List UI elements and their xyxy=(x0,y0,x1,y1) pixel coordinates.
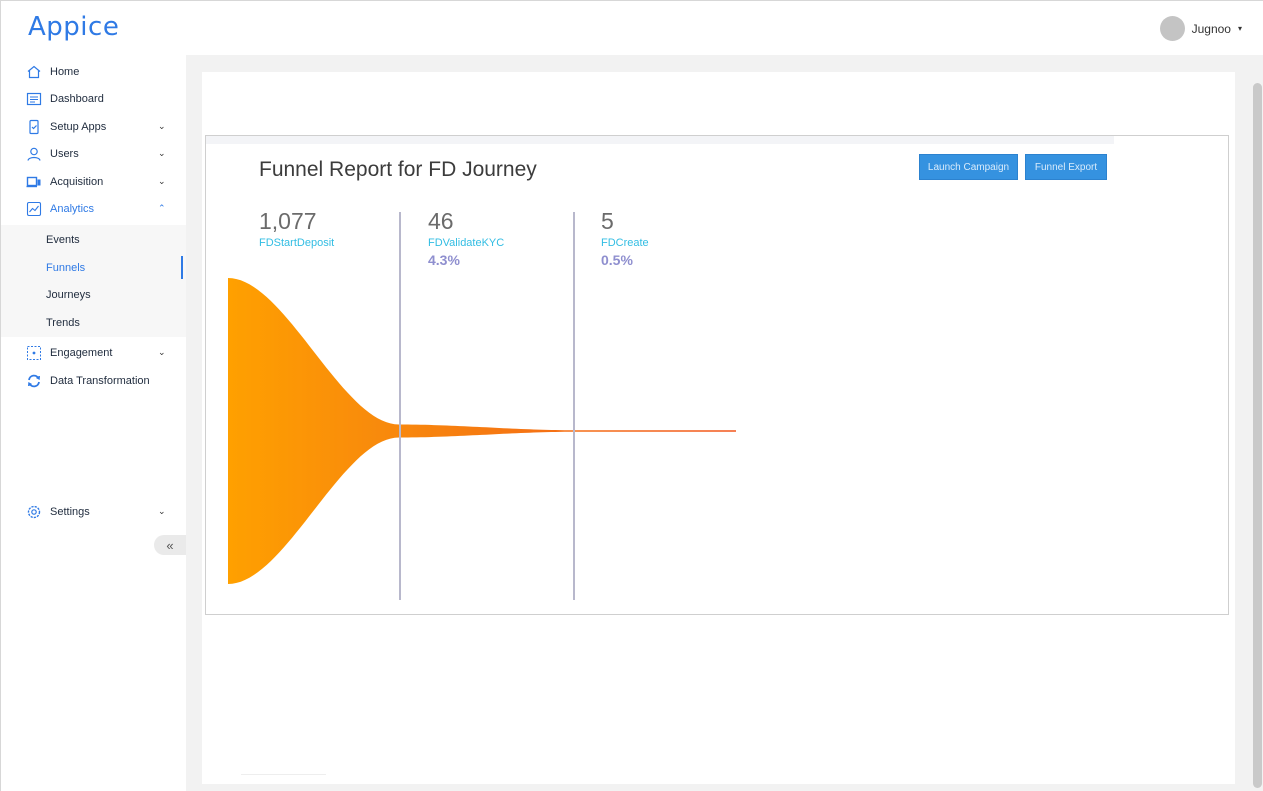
sidebar-item-label: Analytics xyxy=(50,202,95,215)
submenu-item-label: Events xyxy=(46,233,80,246)
sidebar-item-label: Acquisition xyxy=(50,175,104,188)
caret-down-icon: ▾ xyxy=(1237,24,1242,33)
step-name: FDCreate xyxy=(601,237,649,249)
step-count: 5 xyxy=(601,208,614,234)
funnel-flow-shape xyxy=(228,278,736,584)
submenu-item-journeys[interactable]: Journeys xyxy=(1,281,186,308)
funnel-export-button[interactable]: Funnel Export xyxy=(1025,154,1107,180)
funnel-step-1: 1,077 FDStartDeposit xyxy=(259,208,334,249)
sidebar: Home Dashboard Setup Apps ⌄ Users ⌄ Acqu… xyxy=(1,55,186,791)
vertical-scrollbar[interactable] xyxy=(1251,55,1263,791)
chevron-down-icon[interactable]: ⌄ xyxy=(158,148,166,159)
chevron-down-icon[interactable]: ⌄ xyxy=(158,347,166,358)
submenu-item-label: Journeys xyxy=(46,288,91,301)
sidebar-item-home[interactable]: Home xyxy=(1,58,186,85)
sidebar-item-engagement[interactable]: Engagement ⌄ xyxy=(1,339,186,366)
report-title: Funnel Report for FD Journey xyxy=(259,158,537,181)
sidebar-item-acquisition[interactable]: Acquisition ⌄ xyxy=(1,168,186,195)
chevron-down-icon[interactable]: ⌄ xyxy=(158,121,166,132)
divider-line xyxy=(241,774,326,775)
gear-icon xyxy=(25,503,43,521)
scrollbar-thumb[interactable] xyxy=(1253,83,1262,788)
launch-campaign-button[interactable]: Launch Campaign xyxy=(919,154,1018,180)
step-name: FDValidateKYC xyxy=(428,237,505,249)
appice-logo[interactable]: Appice xyxy=(28,12,119,42)
home-icon xyxy=(25,63,43,81)
submenu-item-events[interactable]: Events xyxy=(1,226,186,253)
setup-apps-icon xyxy=(25,118,43,136)
sidebar-item-dashboard[interactable]: Dashboard xyxy=(1,85,186,112)
top-header: Appice Jugnoo ▾ xyxy=(1,1,1263,55)
collapse-sidebar-button[interactable]: « xyxy=(154,535,186,555)
chevron-down-icon[interactable]: ⌄ xyxy=(158,506,166,517)
submenu-item-trends[interactable]: Trends xyxy=(1,309,186,336)
sidebar-item-label: Data Transformation xyxy=(50,374,150,387)
step-divider xyxy=(399,212,401,600)
sidebar-item-label: Engagement xyxy=(50,346,113,359)
app-window: Appice Jugnoo ▾ Home Dashboard Setup App… xyxy=(0,0,1263,791)
step-percent: 4.3% xyxy=(428,252,460,268)
report-card: Funnel Report for FD Journey Launch Camp… xyxy=(202,72,1235,784)
sidebar-item-label: Users xyxy=(50,147,79,160)
funnel-report-panel: Funnel Report for FD Journey Launch Camp… xyxy=(205,135,1229,615)
analytics-submenu: Events Funnels Journeys Trends xyxy=(1,225,186,337)
dashboard-icon xyxy=(25,90,43,108)
step-divider xyxy=(573,212,575,600)
sidebar-item-label: Home xyxy=(50,65,80,78)
sidebar-item-label: Setup Apps xyxy=(50,120,107,133)
funnel-step-3: 5 FDCreate 0.5% xyxy=(601,208,649,268)
chevron-up-icon[interactable]: ⌃ xyxy=(158,203,166,214)
submenu-item-funnels[interactable]: Funnels xyxy=(1,254,186,281)
user-icon xyxy=(25,145,43,163)
sidebar-item-setup-apps[interactable]: Setup Apps ⌄ xyxy=(1,113,186,140)
funnel-step-2: 46 FDValidateKYC 4.3% xyxy=(428,208,504,268)
submenu-item-label: Trends xyxy=(46,316,80,329)
step-count: 1,077 xyxy=(259,208,317,234)
sidebar-item-users[interactable]: Users ⌄ xyxy=(1,140,186,167)
analytics-icon xyxy=(25,200,43,218)
step-percent: 0.5% xyxy=(601,252,633,268)
sidebar-item-label: Dashboard xyxy=(50,92,104,105)
sidebar-item-analytics[interactable]: Analytics ⌃ xyxy=(1,195,186,222)
user-menu[interactable]: Jugnoo ▾ xyxy=(1159,16,1242,41)
step-name: FDStartDeposit xyxy=(259,237,335,249)
submenu-item-label: Funnels xyxy=(46,261,86,274)
sidebar-item-label: Settings xyxy=(50,505,90,518)
sync-icon xyxy=(25,372,43,390)
main-content: Funnel Report for FD Journey Launch Camp… xyxy=(186,55,1251,791)
sidebar-item-data-transformation[interactable]: Data Transformation xyxy=(1,367,186,394)
avatar[interactable] xyxy=(1159,16,1185,41)
engagement-icon xyxy=(25,344,43,362)
acquisition-icon xyxy=(25,173,43,191)
user-name: Jugnoo xyxy=(1191,21,1231,36)
sidebar-item-settings[interactable]: Settings ⌄ xyxy=(1,498,186,525)
chevron-down-icon[interactable]: ⌄ xyxy=(158,176,166,187)
step-count: 46 xyxy=(428,208,454,234)
